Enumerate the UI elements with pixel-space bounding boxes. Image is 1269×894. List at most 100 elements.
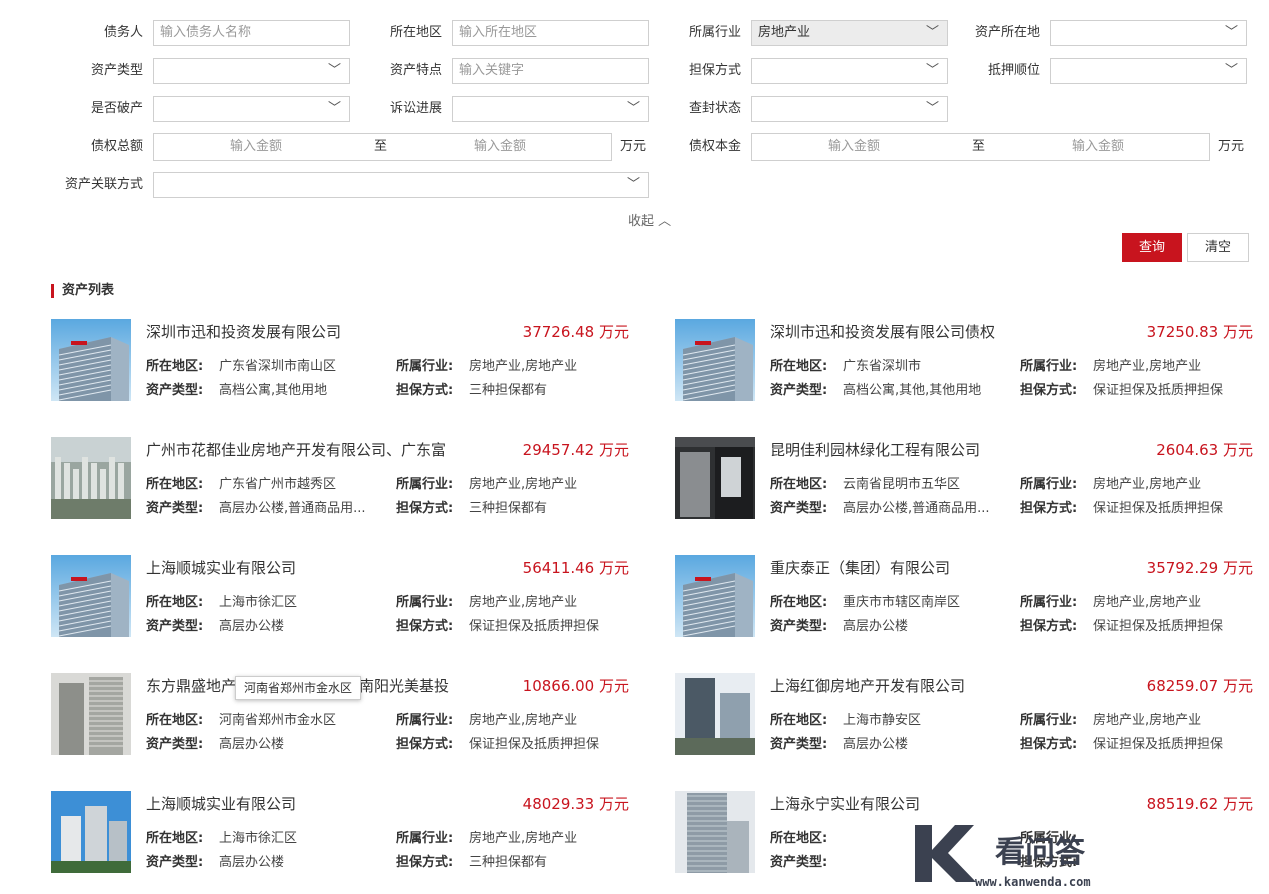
principal-range: 输入金额 至 输入金额 (751, 133, 1210, 161)
asset-thumbnail[interactable] (675, 673, 755, 755)
industry-field-value: 房地产业,房地产业 (1093, 713, 1202, 728)
type-field-label: 资产类型: (146, 383, 204, 398)
litigation-label: 诉讼进展 (389, 101, 442, 116)
principal-to-input[interactable]: 输入金额 (1072, 134, 1124, 160)
guarantee-field-value: 三种担保都有 (469, 383, 548, 398)
asset-title[interactable]: 广州市花都佳业房地产开发有限公司、广东富 (146, 439, 476, 460)
asset-card[interactable]: 深圳市迅和投资发展有限公司 37726.48 万元 所在地区: 广东省深圳市南山区 所属… (51, 319, 629, 403)
asset-feature-input[interactable]: 输入关键字 (452, 58, 649, 84)
industry-field-label: 所属行业: (396, 831, 454, 846)
region-field-value: 上海市静安区 (843, 713, 922, 728)
principal-from-input[interactable]: 输入金额 (828, 134, 880, 160)
industry-field-label: 所属行业: (1020, 595, 1078, 610)
type-field-value: 高层办公楼 (219, 855, 285, 870)
asset-price: 68259.07 万元 (1146, 677, 1253, 695)
region-field-label: 所在地区: (146, 831, 204, 846)
guarantee-field-value: 保证担保及抵质押担保 (469, 737, 600, 752)
asset-card[interactable]: 重庆泰正（集团）有限公司 35792.29 万元 所在地区: 重庆市市辖区南岸区 所属行… (675, 555, 1253, 639)
asset-thumbnail[interactable] (51, 319, 131, 401)
industry-select[interactable]: 房地产业 ﹀ (751, 20, 948, 46)
type-field-value: 高层办公楼 (219, 619, 285, 634)
region-field-label: 所在地区: (770, 595, 828, 610)
industry-field-label: 所属行业: (396, 713, 454, 728)
guarantee-field-value: 保证担保及抵质押担保 (469, 619, 600, 634)
asset-title[interactable]: 上海顺城实业有限公司 (146, 793, 476, 814)
seizure-select[interactable]: ﹀ (751, 96, 948, 122)
region-field-value: 广东省深圳市 (843, 359, 922, 374)
asset-thumbnail[interactable] (675, 555, 755, 637)
asset-price: 56411.46 万元 (522, 559, 629, 577)
asset-thumbnail[interactable] (675, 437, 755, 519)
total-claim-from-input[interactable]: 输入金额 (230, 134, 282, 160)
region-label: 所在地区 (389, 25, 442, 40)
guarantee-field-label: 担保方式: (1020, 501, 1078, 516)
bankrupt-select[interactable]: ﹀ (153, 96, 350, 122)
asset-card[interactable]: 上海顺城实业有限公司 48029.33 万元 所在地区: 上海市徐汇区 所属行业: 房地产… (51, 791, 629, 875)
asset-title[interactable]: 昆明佳利园林绿化工程有限公司 (770, 439, 1100, 460)
asset-card[interactable]: 深圳市迅和投资发展有限公司债权 37250.83 万元所在地区: 广东省深圳市 所属行… (675, 319, 1253, 403)
industry-field-value: 房地产业,房地产业 (469, 477, 578, 492)
query-button[interactable]: 查询 (1122, 233, 1182, 262)
guarantee-field-value: 保证担保及抵质押担保 (1093, 383, 1224, 398)
asset-thumbnail[interactable] (51, 673, 131, 755)
region-field-label: 所在地区: (770, 477, 828, 492)
region-field-value: 上海市徐汇区 (219, 595, 298, 610)
guarantee-field-label: 担保方式: (396, 737, 454, 752)
type-field-label: 资产类型: (146, 855, 204, 870)
total-claim-to-input[interactable]: 输入金额 (474, 134, 526, 160)
asset-title[interactable]: 上海顺城实业有限公司 (146, 557, 476, 578)
chevron-down-icon: ﹀ (1224, 63, 1238, 78)
watermark: 看问答 www.kanwenda.com (910, 820, 1140, 890)
asset-thumbnail[interactable] (675, 791, 755, 873)
asset-title[interactable]: 上海红御房地产开发有限公司 (770, 675, 1100, 696)
industry-field-value: 房地产业,房地产业 (469, 831, 578, 846)
region-field-value: 云南省昆明市五华区 (843, 477, 961, 492)
asset-card[interactable]: 上海红御房地产开发有限公司 68259.07 万元 所在地区: 上海市静安区 所属行业:… (675, 673, 1253, 757)
industry-field-label: 所属行业: (1020, 359, 1078, 374)
clear-button[interactable]: 清空 (1187, 233, 1249, 262)
guarantee-select[interactable]: ﹀ (751, 58, 948, 84)
total-claim-label: 债权总额 (90, 139, 143, 154)
asset-list-title: 资产列表 (51, 284, 114, 298)
relation-select[interactable]: ﹀ (153, 172, 649, 198)
asset-title[interactable]: 深圳市迅和投资发展有限公司 (146, 321, 476, 342)
guarantee-field-value: 三种担保都有 (469, 501, 548, 516)
collapse-toggle[interactable]: 收起 ︿ (628, 210, 671, 229)
asset-feature-label: 资产特点 (389, 63, 442, 78)
asset-location-select[interactable]: ﹀ (1050, 20, 1247, 46)
asset-price: 10866.00 万元 (522, 677, 629, 695)
region-input[interactable]: 输入所在地区 (452, 20, 649, 46)
asset-price: 37250.83 万元 (1146, 323, 1253, 341)
chevron-down-icon: ﹀ (626, 101, 640, 116)
total-claim-range: 输入金额 至 输入金额 (153, 133, 612, 161)
asset-thumbnail[interactable] (51, 791, 131, 873)
type-field-value: 高层办公楼 (843, 619, 909, 634)
asset-thumbnail[interactable] (51, 555, 131, 637)
mortgage-order-select[interactable]: ﹀ (1050, 58, 1247, 84)
region-field-value: 广东省深圳市南山区 (219, 359, 337, 374)
asset-title[interactable]: 上海永宁实业有限公司 (770, 793, 1100, 814)
industry-label: 所属行业 (688, 25, 741, 40)
asset-title[interactable]: 重庆泰正（集团）有限公司 (770, 557, 1100, 578)
principal-label: 债权本金 (688, 139, 741, 154)
asset-card[interactable]: 昆明佳利园林绿化工程有限公司 2604.63 万元 所在地区: 云南省昆明市五华区 所属… (675, 437, 1253, 521)
relation-label: 资产关联方式 (64, 177, 143, 192)
watermark-logo: 看问答 www.kanwenda.com (915, 825, 1091, 889)
guarantee-field-label: 担保方式: (1020, 383, 1078, 398)
litigation-select[interactable]: ﹀ (452, 96, 649, 122)
asset-thumbnail[interactable] (51, 437, 131, 519)
debtor-input[interactable]: 输入债务人名称 (153, 20, 350, 46)
asset-title[interactable]: 深圳市迅和投资发展有限公司债权 (770, 321, 1100, 342)
region-field-value: 广东省广州市越秀区 (219, 477, 337, 492)
debtor-label: 债务人 (103, 25, 143, 40)
type-field-value: 高层办公楼,普通商品用... (843, 501, 990, 516)
watermark-url: www.kanwenda.com (975, 875, 1091, 889)
region-field-label: 所在地区: (770, 359, 828, 374)
industry-select-value: 房地产业 (758, 25, 811, 40)
asset-type-select[interactable]: ﹀ (153, 58, 350, 84)
asset-thumbnail[interactable] (675, 319, 755, 401)
type-field-value: 高层办公楼,普通商品用... (219, 501, 366, 516)
asset-card[interactable]: 上海顺城实业有限公司 56411.46 万元 所在地区: 上海市徐汇区 所属行业: 房地产… (51, 555, 629, 639)
asset-card[interactable]: 广州市花都佳业房地产开发有限公司、广东富 29457.42 万元 所在地区: 广东省广… (51, 437, 629, 521)
chevron-down-icon: ﹀ (1224, 25, 1238, 40)
